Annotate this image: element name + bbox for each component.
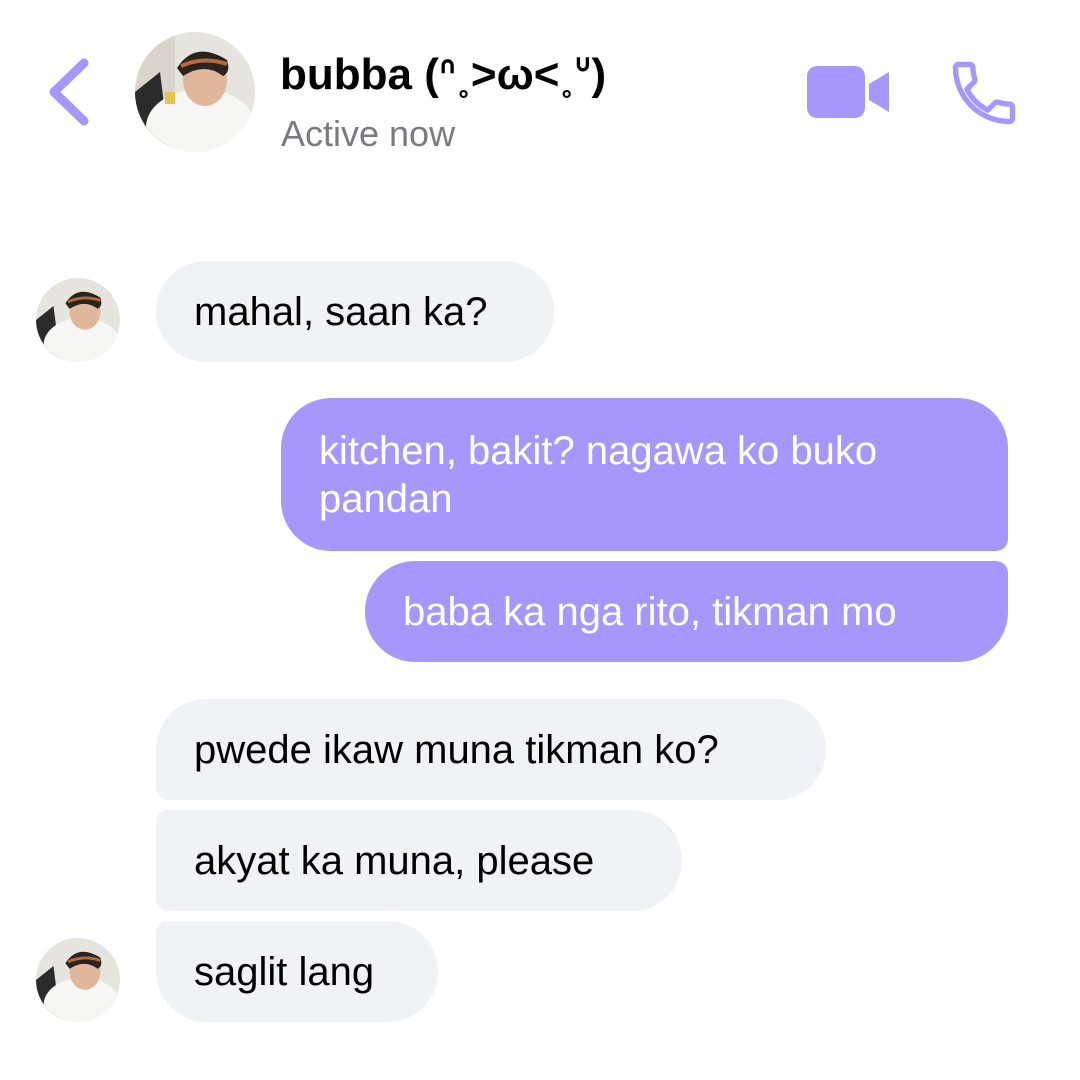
avatar-photo <box>36 938 120 1022</box>
message-bubble-incoming[interactable]: pwede ikaw muna tikman ko? <box>156 699 826 800</box>
message-bubble-outgoing[interactable]: kitchen, bakit? nagawa ko buko pandan <box>281 398 1008 551</box>
chevron-left-icon <box>49 58 89 126</box>
video-call-button[interactable] <box>805 62 891 122</box>
chat-screen: bubba (ᐢ˳>ω<˳ᐡ) Active now mahal, saan k… <box>0 0 1080 1080</box>
message-bubble-incoming[interactable]: akyat ka muna, please <box>156 810 682 911</box>
chat-header: bubba (ᐢ˳>ω<˳ᐡ) Active now <box>0 0 1080 190</box>
contact-avatar-small[interactable] <box>36 278 120 362</box>
message-bubble-incoming[interactable]: saglit lang <box>156 921 438 1022</box>
active-status: Active now <box>281 113 456 154</box>
video-camera-icon <box>807 66 889 118</box>
message-bubble-outgoing[interactable]: baba ka nga rito, tikman mo <box>365 561 1008 662</box>
contact-avatar[interactable] <box>135 32 255 152</box>
contact-name[interactable]: bubba (ᐢ˳>ω<˳ᐡ) <box>280 50 606 100</box>
avatar-photo <box>135 32 255 152</box>
avatar-photo <box>36 278 120 362</box>
contact-avatar-small[interactable] <box>36 938 120 1022</box>
voice-call-button[interactable] <box>946 55 1022 131</box>
back-button[interactable] <box>40 55 100 130</box>
phone-icon <box>952 61 1016 125</box>
message-bubble-incoming[interactable]: mahal, saan ka? <box>156 261 554 362</box>
